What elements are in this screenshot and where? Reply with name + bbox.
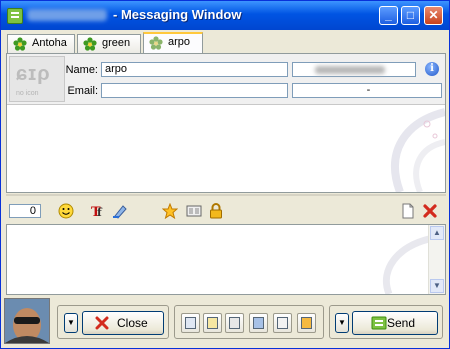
icq-flower-icon — [83, 37, 97, 51]
splitter[interactable] — [6, 194, 446, 196]
send-file-button[interactable] — [297, 313, 316, 333]
message-history-panel[interactable]: ɕɪρ no icon Name: arpo Email: - i — [6, 53, 446, 193]
scroll-down-button[interactable]: ▼ — [430, 279, 444, 293]
message-input-area[interactable]: ▲ ▼ — [6, 224, 446, 295]
messaging-window: - Messaging Window _ □ ✕ Antoha green ar… — [0, 0, 450, 349]
app-icon — [7, 8, 23, 24]
close-group: ▼ Close — [57, 305, 169, 339]
history-icon[interactable] — [186, 203, 202, 219]
text-color-icon[interactable] — [112, 203, 128, 219]
cursor-button[interactable] — [225, 313, 244, 333]
uin-field[interactable] — [292, 62, 416, 77]
svg-text:f: f — [97, 206, 103, 219]
action-icons-group — [174, 305, 324, 339]
bottom-bar: ▼ Close ▼ Send — [1, 297, 449, 349]
background-swirl-decoration — [382, 235, 429, 294]
tab-arpo[interactable]: arpo — [143, 32, 203, 54]
close-icon — [95, 316, 109, 330]
background-swirl-decoration — [391, 108, 445, 192]
close-button[interactable]: Close — [82, 311, 164, 335]
insert-button[interactable] — [273, 313, 292, 333]
user-photo-image — [5, 299, 49, 343]
name-label: Name: — [65, 64, 98, 76]
info-icon[interactable]: i — [425, 62, 439, 76]
send-message-icon — [371, 316, 387, 330]
send-email-button[interactable] — [203, 313, 222, 333]
window-title: - Messaging Window — [113, 7, 242, 22]
close-button-label: Close — [117, 316, 148, 330]
delete-icon[interactable] — [422, 203, 438, 219]
tab-label: Antoha — [32, 37, 67, 49]
send-button-label: Send — [387, 316, 416, 330]
email-label: Email: — [67, 85, 98, 97]
lock-icon[interactable] — [208, 203, 224, 219]
user-details-button[interactable] — [249, 313, 268, 333]
minimize-button[interactable]: _ — [379, 6, 398, 25]
scroll-up-button[interactable]: ▲ — [430, 226, 444, 240]
tab-label: arpo — [168, 36, 191, 48]
status-field: - — [292, 83, 442, 98]
tab-green[interactable]: green — [77, 34, 141, 53]
favorite-star-icon[interactable] — [162, 203, 178, 219]
new-document-icon[interactable] — [400, 203, 416, 219]
message-toolbar: 0 T f — [6, 200, 446, 224]
blurred-contact-name — [27, 9, 107, 21]
icq-flower-icon — [13, 37, 27, 51]
contact-info-header: ɕɪρ no icon Name: arpo Email: - i — [7, 54, 445, 105]
blurred-uin — [315, 66, 385, 74]
close-window-button[interactable]: ✕ — [424, 6, 443, 25]
icq-flower-icon — [149, 36, 163, 50]
vertical-scrollbar[interactable]: ▲ ▼ — [428, 225, 445, 294]
font-style-icon[interactable]: T f — [90, 203, 106, 219]
send-button[interactable]: Send — [352, 311, 438, 335]
send-options-dropdown[interactable]: ▼ — [335, 313, 349, 333]
tab-antoha[interactable]: Antoha — [7, 34, 75, 53]
smiley-icon[interactable] — [58, 203, 74, 219]
close-options-dropdown[interactable]: ▼ — [64, 313, 78, 333]
maximize-button[interactable]: □ — [401, 6, 420, 25]
contact-avatar: ɕɪρ no icon — [9, 56, 65, 102]
user-photo — [4, 298, 50, 344]
email-field[interactable] — [101, 83, 288, 98]
tab-label: green — [102, 37, 131, 49]
avatar-caption: no icon — [16, 90, 39, 97]
char-counter: 0 — [9, 204, 41, 218]
name-field[interactable]: arpo — [101, 62, 288, 77]
quote-button[interactable] — [181, 313, 200, 333]
send-group: ▼ Send — [329, 305, 443, 339]
title-bar[interactable]: - Messaging Window _ □ ✕ — [1, 1, 449, 30]
